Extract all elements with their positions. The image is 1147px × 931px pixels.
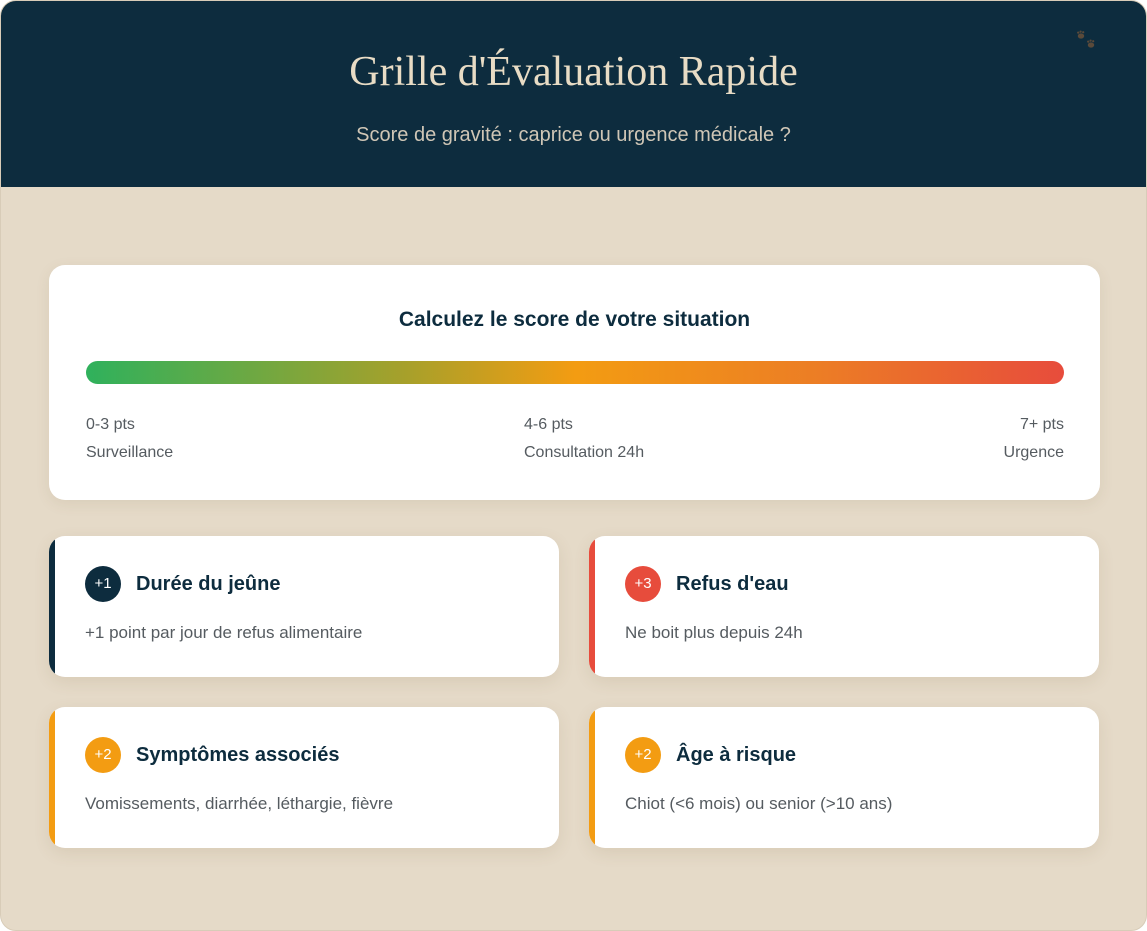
severity-gauge xyxy=(86,361,1064,384)
criterion-card-age-risk: +2 Âge à risque Chiot (<6 mois) ou senio… xyxy=(589,707,1099,848)
card-accent xyxy=(589,707,595,848)
criterion-description: Chiot (<6 mois) ou senior (>10 ans) xyxy=(625,794,893,813)
criterion-description: Vomissements, diarrhée, léthargie, fièvr… xyxy=(85,794,394,813)
level-points: 0-3 pts xyxy=(86,416,135,433)
paw-prints-icon xyxy=(1077,30,1095,48)
criterion-card-symptoms: +2 Symptômes associés Vomissements, diar… xyxy=(49,707,559,848)
page-title: Grille d'Évaluation Rapide xyxy=(349,49,798,95)
level-urgence: 7+ pts Urgence xyxy=(1004,411,1064,467)
level-label: Consultation 24h xyxy=(524,444,645,461)
level-points: 4-6 pts xyxy=(524,416,573,433)
points-badge: +2 xyxy=(625,737,661,773)
criterion-title: Durée du jeûne xyxy=(136,573,281,595)
header: Grille d'Évaluation Rapide Score de grav… xyxy=(1,1,1146,187)
level-consultation: 4-6 pts Consultation 24h xyxy=(524,411,644,467)
criterion-description: +1 point par jour de refus alimentaire xyxy=(85,623,363,642)
criterion-title: Symptômes associés xyxy=(136,744,340,766)
card-accent xyxy=(49,707,55,848)
level-surveillance: 0-3 pts Surveillance xyxy=(86,411,173,467)
points-badge: +3 xyxy=(625,566,661,602)
level-label: Urgence xyxy=(1003,444,1064,461)
criterion-title: Refus d'eau xyxy=(676,573,789,595)
points-badge: +2 xyxy=(85,737,121,773)
level-points: 7+ pts xyxy=(1019,416,1064,433)
score-card-title: Calculez le score de votre situation xyxy=(398,308,751,331)
criterion-title: Âge à risque xyxy=(676,744,797,766)
criterion-card-fasting: +1 Durée du jeûne +1 point par jour de r… xyxy=(49,536,559,677)
level-label: Surveillance xyxy=(86,444,174,461)
card-accent xyxy=(49,536,55,677)
criterion-description: Ne boit plus depuis 24h xyxy=(625,623,803,642)
page-frame: Grille d'Évaluation Rapide Score de grav… xyxy=(0,0,1147,931)
points-badge: +1 xyxy=(85,566,121,602)
page-subtitle: Score de gravité : caprice ou urgence mé… xyxy=(356,124,791,146)
card-accent xyxy=(589,536,595,677)
criterion-card-water-refusal: +3 Refus d'eau Ne boit plus depuis 24h xyxy=(589,536,1099,677)
score-card: Calculez le score de votre situation 0-3… xyxy=(49,265,1100,500)
